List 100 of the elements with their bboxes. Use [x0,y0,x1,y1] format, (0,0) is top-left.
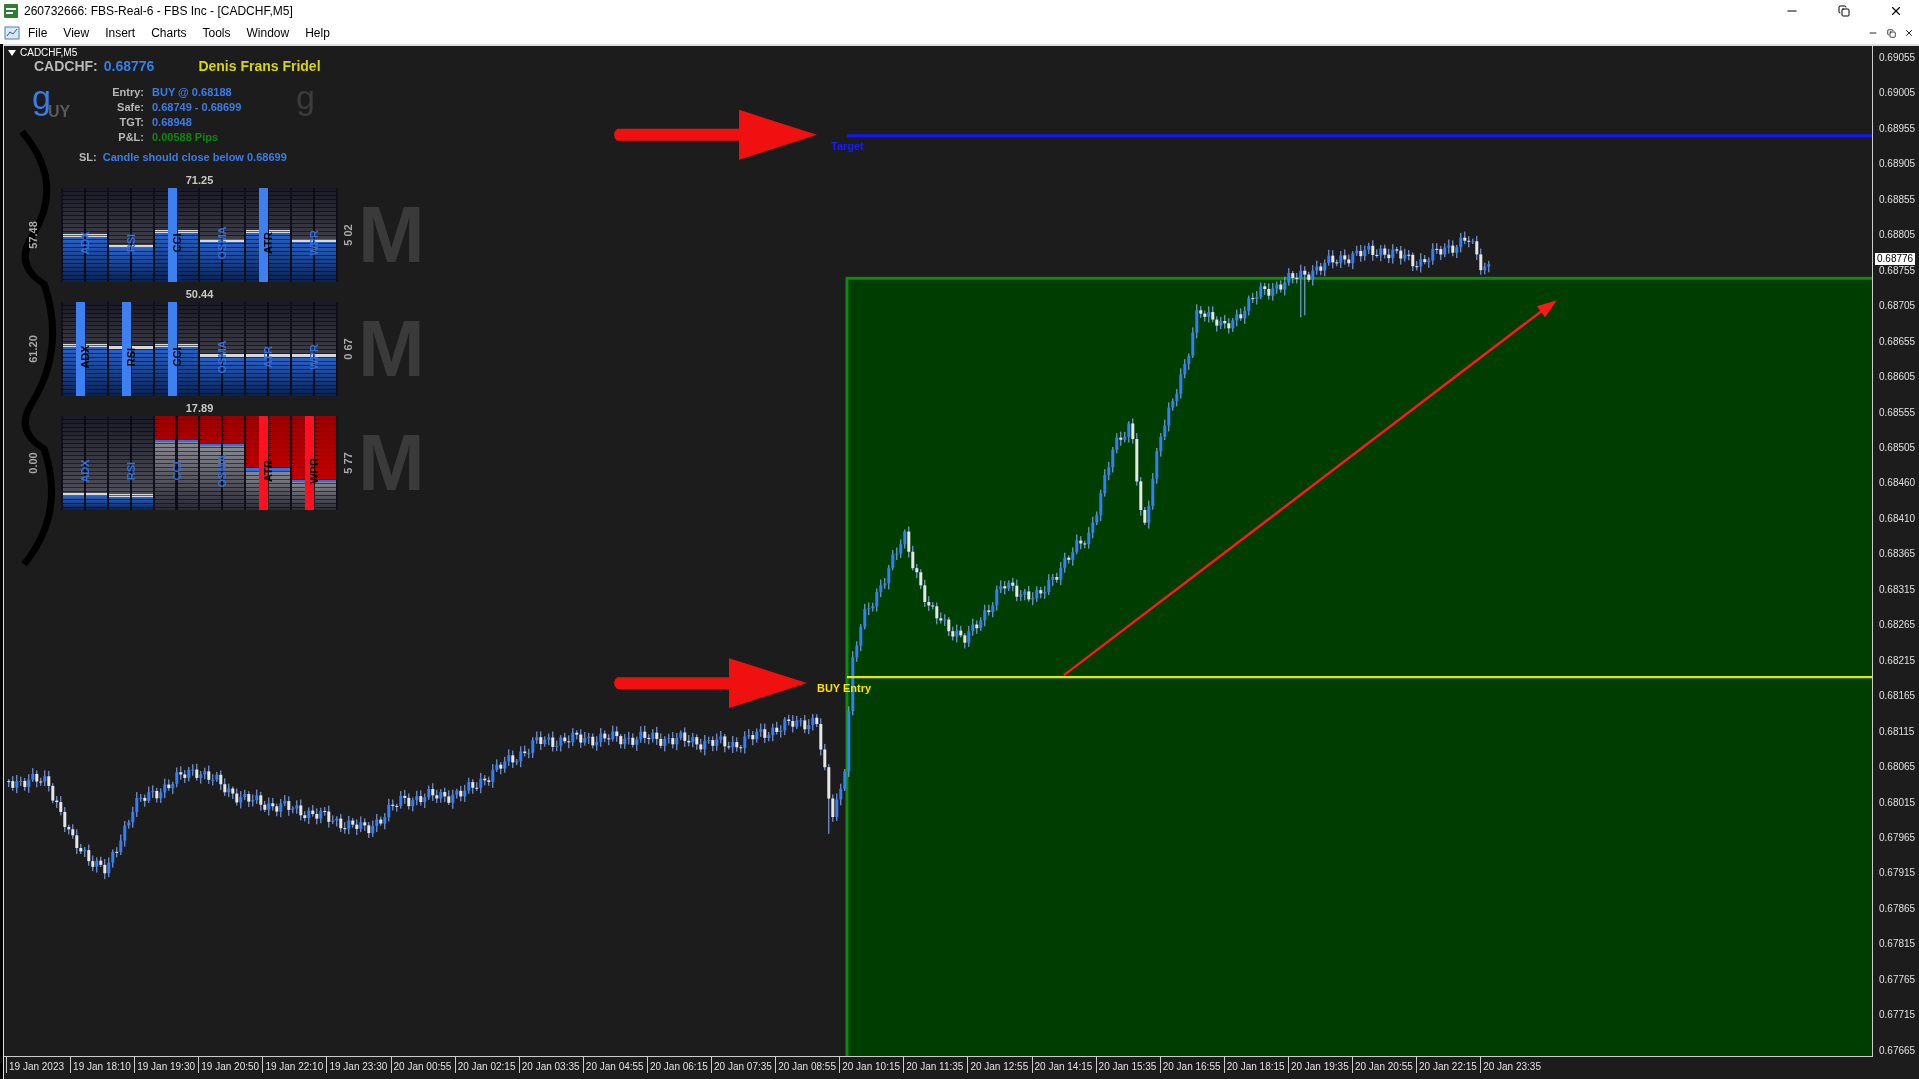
price-label: 0.68805 [1878,229,1917,242]
time-label: 20 Jan 08:55 [775,1057,840,1073]
menu-item[interactable]: Charts [143,24,195,42]
meter-side-value: 0.00 [26,452,39,474]
pair-price: 0.68776 [103,58,155,74]
signal-text: UY [48,104,71,120]
menu-item[interactable]: Insert [97,24,144,42]
meter-value: 17.89 [185,401,214,416]
info-value: BUY @ 0.68188 [152,86,233,99]
time-label: 20 Jan 10:15 [839,1057,904,1073]
price-label: 0.68115 [1878,725,1916,738]
price-label: 0.68015 [1878,796,1917,809]
menu-item[interactable]: File [20,24,56,42]
time-label: 20 Jan 14:15 [1031,1057,1096,1073]
window-title: 260732666: FBS-Real-6 - FBS Inc - [CADCHF,M5] [24,4,294,18]
menu-item[interactable]: Window [238,24,298,42]
price-label: 0.68460 [1878,477,1917,490]
indicator-label: WPR [308,343,321,370]
price-label: 0.68555 [1878,406,1917,419]
price-label: 0.68755 [1878,264,1917,277]
indicator-label: CCI [170,233,183,252]
restore-icon [1838,5,1850,17]
price-label: 0.67715 [1878,1009,1917,1022]
time-label: 20 Jan 16:55 [1159,1057,1224,1073]
time-label: 19 Jan 18:10 [70,1057,135,1073]
chart-symbol: CADCHF,M5 [20,47,78,58]
meter-side-value: 57.48 [26,221,39,249]
info-value: 0.68749 - 0.68699 [152,101,243,114]
time-label: 20 Jan 18:15 [1223,1057,1288,1073]
time-label: 20 Jan 15:35 [1095,1057,1160,1073]
time-label: 20 Jan 07:35 [711,1057,776,1073]
price-label: 0.68215 [1878,654,1917,667]
meter-side-value: 0 67 [342,338,354,360]
indicator-label: OSMA [216,454,229,487]
indicator-label: CCI [170,347,183,366]
info-value: 0.00588 Pips [152,131,220,144]
price-label: 0.67865 [1878,902,1917,915]
close-icon [1904,28,1914,38]
time-label: 20 Jan 22:15 [1416,1057,1481,1073]
price-label: 0.68165 [1878,690,1917,703]
indicator-label: CCI [170,461,183,480]
menu-item[interactable]: Help [297,24,338,42]
sl-label: SL: [79,151,97,164]
price-label: 0.68410 [1878,512,1917,525]
time-label: 19 Jan 23:30 [326,1057,391,1073]
info-value: 0.68948 [152,116,193,129]
info-label: Entry: [111,86,144,99]
target-label: Target [831,139,864,152]
time-label: 20 Jan 11:35 [903,1057,968,1073]
price-label: 0.68505 [1878,442,1917,454]
indicator-label: RSI [124,347,137,366]
chart-window-icon[interactable] [4,25,20,41]
price-label: 0.68705 [1878,300,1917,313]
collapse-caret-icon[interactable] [8,49,16,56]
close-icon [1889,4,1903,18]
current-price-tag: 0.68776 [1875,253,1916,265]
time-label: 19 Jan 2023 [6,1057,71,1073]
time-label: 20 Jan 20:55 [1351,1057,1417,1073]
time-label: 20 Jan 00:55 [390,1057,455,1073]
price-label: 0.68365 [1878,548,1917,561]
time-label: 20 Jan 12:55 [967,1057,1032,1073]
time-label: 19 Jan 19:30 [134,1057,199,1073]
price-label: 0.68905 [1878,158,1917,171]
price-label: 0.67765 [1878,973,1917,986]
info-label: TGT: [118,116,144,129]
time-label: 20 Jan 23:35 [1480,1057,1545,1073]
meter-side-value: 5 77 [342,452,354,474]
price-label: 0.68065 [1878,761,1917,774]
author-name: Denis Frans Fridel [198,58,321,74]
time-label: 20 Jan 04:55 [582,1057,647,1073]
price-label: 0.68655 [1878,335,1917,348]
time-label: 20 Jan 02:15 [454,1057,519,1073]
price-label: 0.68855 [1878,193,1917,206]
time-label: 20 Jan 06:15 [646,1057,712,1073]
app-logo-icon [4,4,18,18]
price-label: 0.67915 [1878,867,1917,880]
meter-value: 50.44 [185,287,214,302]
indicator-label: ADX [78,344,91,369]
indicator-label: ATR [262,459,275,482]
info-label: P&L: [117,131,144,144]
restore-icon [1886,28,1896,38]
price-label: 0.67665 [1878,1044,1917,1057]
menu-item[interactable]: Tools [194,24,239,42]
price-label: 0.67965 [1878,831,1917,844]
indicator-label: ATR [262,231,275,254]
price-label: 0.68265 [1878,619,1917,632]
time-label: 19 Jan 22:10 [262,1057,327,1073]
indicator-label: RSI [124,461,137,480]
meter-value: 71.25 [185,173,214,188]
menu-item[interactable]: View [55,24,98,42]
time-label: 19 Jan 20:50 [198,1057,263,1073]
meter-side-value: 5 02 [342,224,354,246]
price-label: 0.67815 [1878,938,1917,951]
meter-side-value: 61.20 [26,335,39,363]
indicator-label: ADX [78,458,91,483]
price-label: 0.69055 [1878,52,1917,64]
indicator-label: WPR [308,457,321,484]
info-label: Safe: [116,101,144,114]
price-label: 0.68955 [1878,122,1917,135]
time-label: 20 Jan 19:35 [1287,1057,1352,1073]
